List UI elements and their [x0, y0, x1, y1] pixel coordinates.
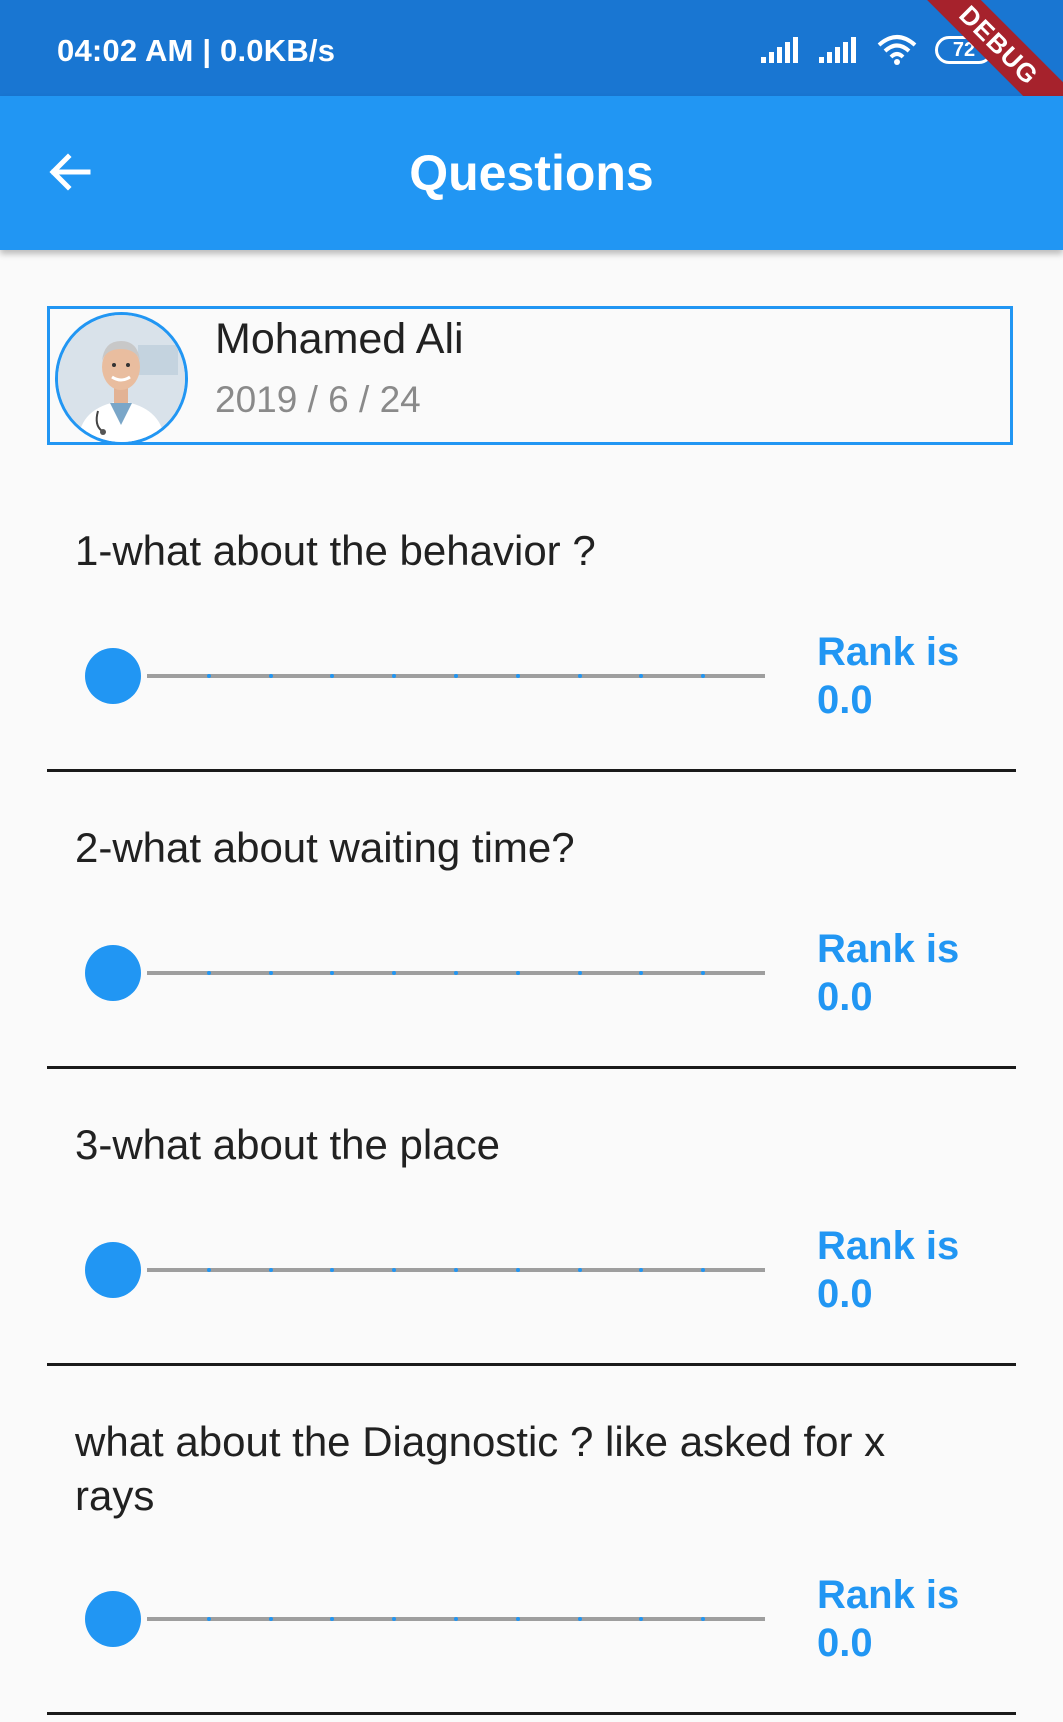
- slider-tick: [515, 971, 520, 975]
- slider-tick: [577, 1268, 582, 1272]
- rank-value: 0.0: [817, 975, 873, 1019]
- divider: [47, 1712, 1016, 1715]
- rating-slider[interactable]: [85, 943, 765, 1003]
- question-text: what about the Diagnostic ? like asked f…: [75, 1418, 886, 1519]
- rank-label: Rank is: [817, 630, 960, 674]
- page-title: Questions: [409, 145, 654, 201]
- question-text: 3-what about the place: [75, 1121, 500, 1168]
- slider-thumb[interactable]: [85, 648, 141, 704]
- rank-label: Rank is: [817, 1224, 960, 1268]
- appointment-date: 2019 / 6 / 24: [215, 379, 421, 420]
- slider-tick: [268, 674, 273, 678]
- slider-tick: [206, 1617, 211, 1621]
- slider-tick: [206, 1268, 211, 1272]
- rank-value: 0.0: [817, 1272, 873, 1316]
- signal-icon: [761, 37, 798, 63]
- avatar: [55, 312, 188, 445]
- rank-label: Rank is: [817, 927, 960, 971]
- slider-thumb[interactable]: [85, 945, 141, 1001]
- slider-tick: [515, 1268, 520, 1272]
- back-button[interactable]: [40, 142, 100, 202]
- slider-tick: [515, 674, 520, 678]
- wifi-icon: [877, 35, 917, 65]
- rank-value: 0.0: [817, 678, 873, 722]
- slider-tick: [268, 1617, 273, 1621]
- slider-tick: [268, 971, 273, 975]
- divider: [47, 1363, 1016, 1366]
- question-text: 2-what about waiting time?: [75, 824, 575, 871]
- app-bar: Questions: [0, 96, 1063, 250]
- divider: [47, 1066, 1016, 1069]
- slider-thumb[interactable]: [85, 1242, 141, 1298]
- slider-tick: [454, 1617, 458, 1621]
- signal-icon: [819, 37, 856, 63]
- slider-tick: [206, 674, 211, 678]
- arrow-back-icon: [49, 153, 91, 191]
- slider-thumb[interactable]: [85, 1591, 141, 1647]
- slider-tick: [577, 1617, 582, 1621]
- divider: [47, 769, 1016, 772]
- slider-tick: [454, 674, 458, 678]
- slider-tick: [454, 1268, 458, 1272]
- doctor-name: Mohamed Ali: [215, 315, 464, 363]
- question-text: 1-what about the behavior ?: [75, 527, 596, 574]
- rating-slider[interactable]: [85, 646, 765, 706]
- doctor-profile-card: Mohamed Ali 2019 / 6 / 24: [47, 306, 1013, 445]
- rating-slider[interactable]: [85, 1589, 765, 1649]
- rank-label: Rank is: [817, 1573, 960, 1617]
- slider-tick: [206, 971, 211, 975]
- status-bar: 04:02 AM | 0.0KB/s 72 DEBUG: [0, 0, 1063, 137]
- slider-tick: [268, 1268, 273, 1272]
- slider-tick: [515, 1617, 520, 1621]
- slider-tick: [577, 971, 582, 975]
- slider-tick: [577, 674, 582, 678]
- status-time: 04:02 AM | 0.0KB/s: [57, 33, 336, 68]
- slider-tick: [454, 971, 458, 975]
- status-icons: 72: [759, 30, 993, 70]
- rating-slider[interactable]: [85, 1240, 765, 1300]
- rank-value: 0.0: [817, 1621, 873, 1665]
- doctor-avatar-icon: [58, 315, 185, 442]
